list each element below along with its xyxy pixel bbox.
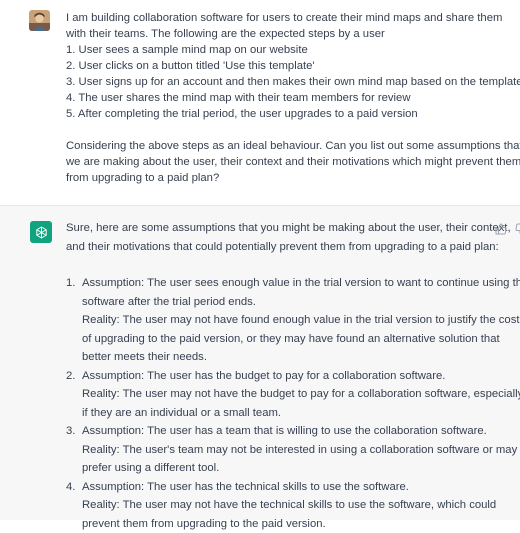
user-message-line: 4. The user shares the mind map with the…	[66, 90, 506, 106]
thumbs-up-icon[interactable]	[494, 222, 508, 236]
list-item: 4. Assumption: The user has the technical…	[66, 478, 506, 533]
thumbs-down-icon[interactable]	[514, 222, 520, 236]
assistant-message-text: Sure, here are some assumptions that you…	[66, 219, 506, 533]
list-item: 1. Assumption: The user sees enough value…	[66, 274, 506, 367]
user-question-line: Considering the above steps as an ideal …	[66, 138, 506, 154]
assistant-intro-line: Sure, here are some assumptions that you…	[66, 219, 506, 238]
list-item-number: 4.	[66, 478, 75, 497]
user-message-line: with their teams. The following are the …	[66, 26, 506, 42]
user-message-line: 1. User sees a sample mind map on our we…	[66, 42, 506, 58]
openai-logo-icon	[30, 221, 52, 243]
user-avatar	[29, 10, 50, 31]
user-question-line: we are making about the user, their cont…	[66, 154, 506, 170]
list-item-line: of upgrading to the paid version, or the…	[82, 330, 506, 349]
list-item-line: Assumption: The user has the budget to p…	[82, 367, 506, 386]
list-item-line: if they are an individual or a small tea…	[82, 404, 506, 423]
list-item-number: 2.	[66, 367, 75, 386]
user-message-block: I am building collaboration software for…	[0, 0, 520, 206]
list-item: 2. Assumption: The user has the budget to…	[66, 367, 506, 423]
user-message-line: 5. After completing the trial period, th…	[66, 106, 506, 122]
user-question-line: from upgrading to a paid plan?	[66, 170, 506, 186]
list-item-line: Reality: The user may not have found eno…	[82, 311, 506, 330]
list-item-line: Assumption: The user has a team that is …	[82, 422, 506, 441]
list-item-line: Reality: The user may not have the techn…	[82, 496, 506, 515]
list-item-line: Assumption: The user has the technical s…	[82, 478, 506, 497]
assistant-intro-line: and their motivations that could potenti…	[66, 238, 506, 257]
list-item-number: 1.	[66, 274, 75, 293]
list-item-line: Assumption: The user sees enough value i…	[82, 274, 506, 293]
list-item-number: 3.	[66, 422, 75, 441]
list-item: 3. Assumption: The user has a team that i…	[66, 422, 506, 478]
list-item-line: Reality: The user may not have the budge…	[82, 385, 506, 404]
list-item-line: prevent them from upgrading to the paid …	[82, 515, 506, 533]
list-item-line: Reality: The user's team may not be inte…	[82, 441, 506, 460]
list-item-line: software after the trial period ends.	[82, 293, 506, 312]
list-item-line: prefer using a different tool.	[82, 459, 506, 478]
user-message-line: 2. User clicks on a button titled 'Use t…	[66, 58, 506, 74]
user-message-text: I am building collaboration software for…	[66, 10, 506, 186]
feedback-buttons	[494, 222, 520, 236]
list-item-line: better meets their needs.	[82, 348, 506, 367]
user-message-line: 3. User signs up for an account and then…	[66, 74, 506, 90]
user-message-line: I am building collaboration software for…	[66, 10, 506, 26]
